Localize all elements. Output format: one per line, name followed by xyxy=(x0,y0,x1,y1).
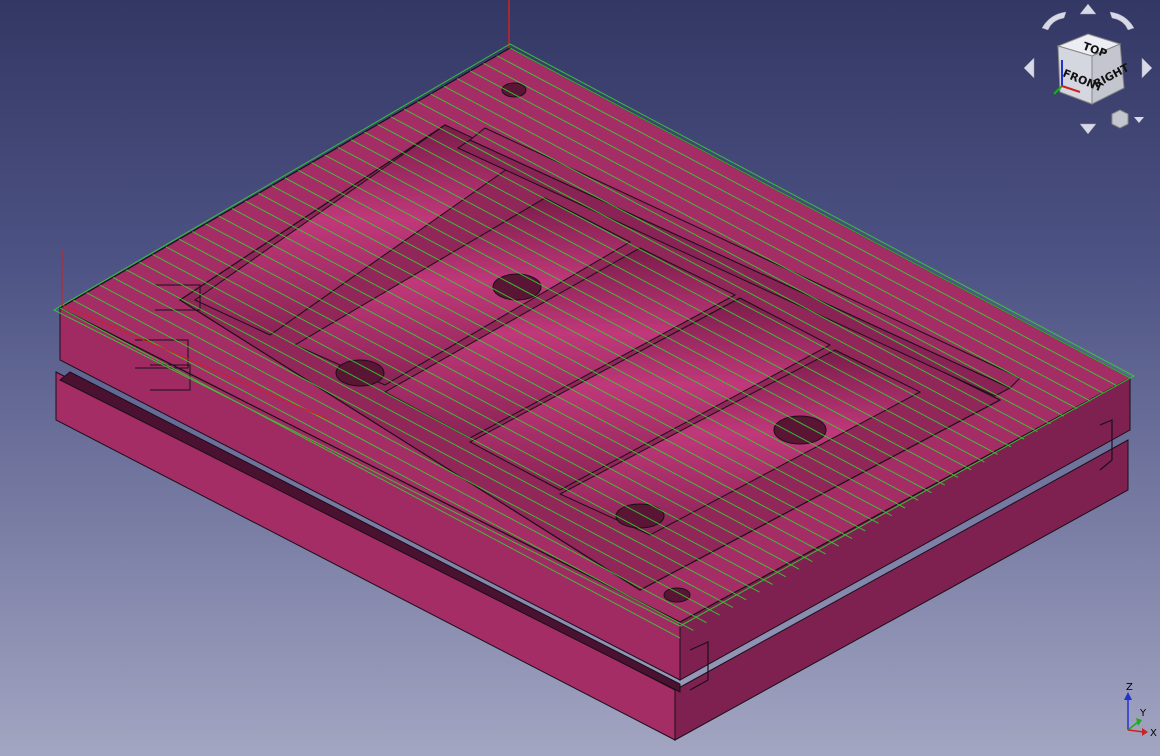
roll-left-icon[interactable] xyxy=(1041,11,1067,31)
axis-triad: Z Y X xyxy=(1124,682,1157,739)
rotate-down-icon[interactable] xyxy=(1079,123,1097,135)
navigation-cube[interactable]: TOP FRONT RIGHT xyxy=(1020,0,1160,140)
triad-x-label: X xyxy=(1150,728,1157,739)
triad-x-axis xyxy=(1127,729,1145,733)
cube[interactable]: TOP FRONT RIGHT xyxy=(1053,33,1132,105)
triad-z-label: Z xyxy=(1126,682,1133,693)
roll-right-icon[interactable] xyxy=(1109,11,1135,31)
triad-y-label: Y xyxy=(1139,708,1147,719)
triad-y-axis xyxy=(1127,721,1139,731)
small-cube-icon[interactable] xyxy=(1111,109,1129,129)
upper-plate[interactable] xyxy=(58,47,1132,691)
hole xyxy=(773,415,827,445)
chevron-down-icon[interactable] xyxy=(1134,117,1144,123)
rotate-left-icon[interactable] xyxy=(1023,57,1035,79)
rotate-right-icon[interactable] xyxy=(1141,57,1153,79)
view-menu-button[interactable] xyxy=(1111,109,1144,129)
triad-z-arrow xyxy=(1124,692,1132,700)
hole xyxy=(335,359,385,387)
rotate-up-icon[interactable] xyxy=(1079,3,1097,15)
model-render[interactable] xyxy=(0,0,1160,756)
triad-x-arrow xyxy=(1142,728,1148,736)
3d-viewport[interactable]: TOP FRONT RIGHT Z Y X xyxy=(0,0,1160,756)
hole xyxy=(663,587,691,603)
